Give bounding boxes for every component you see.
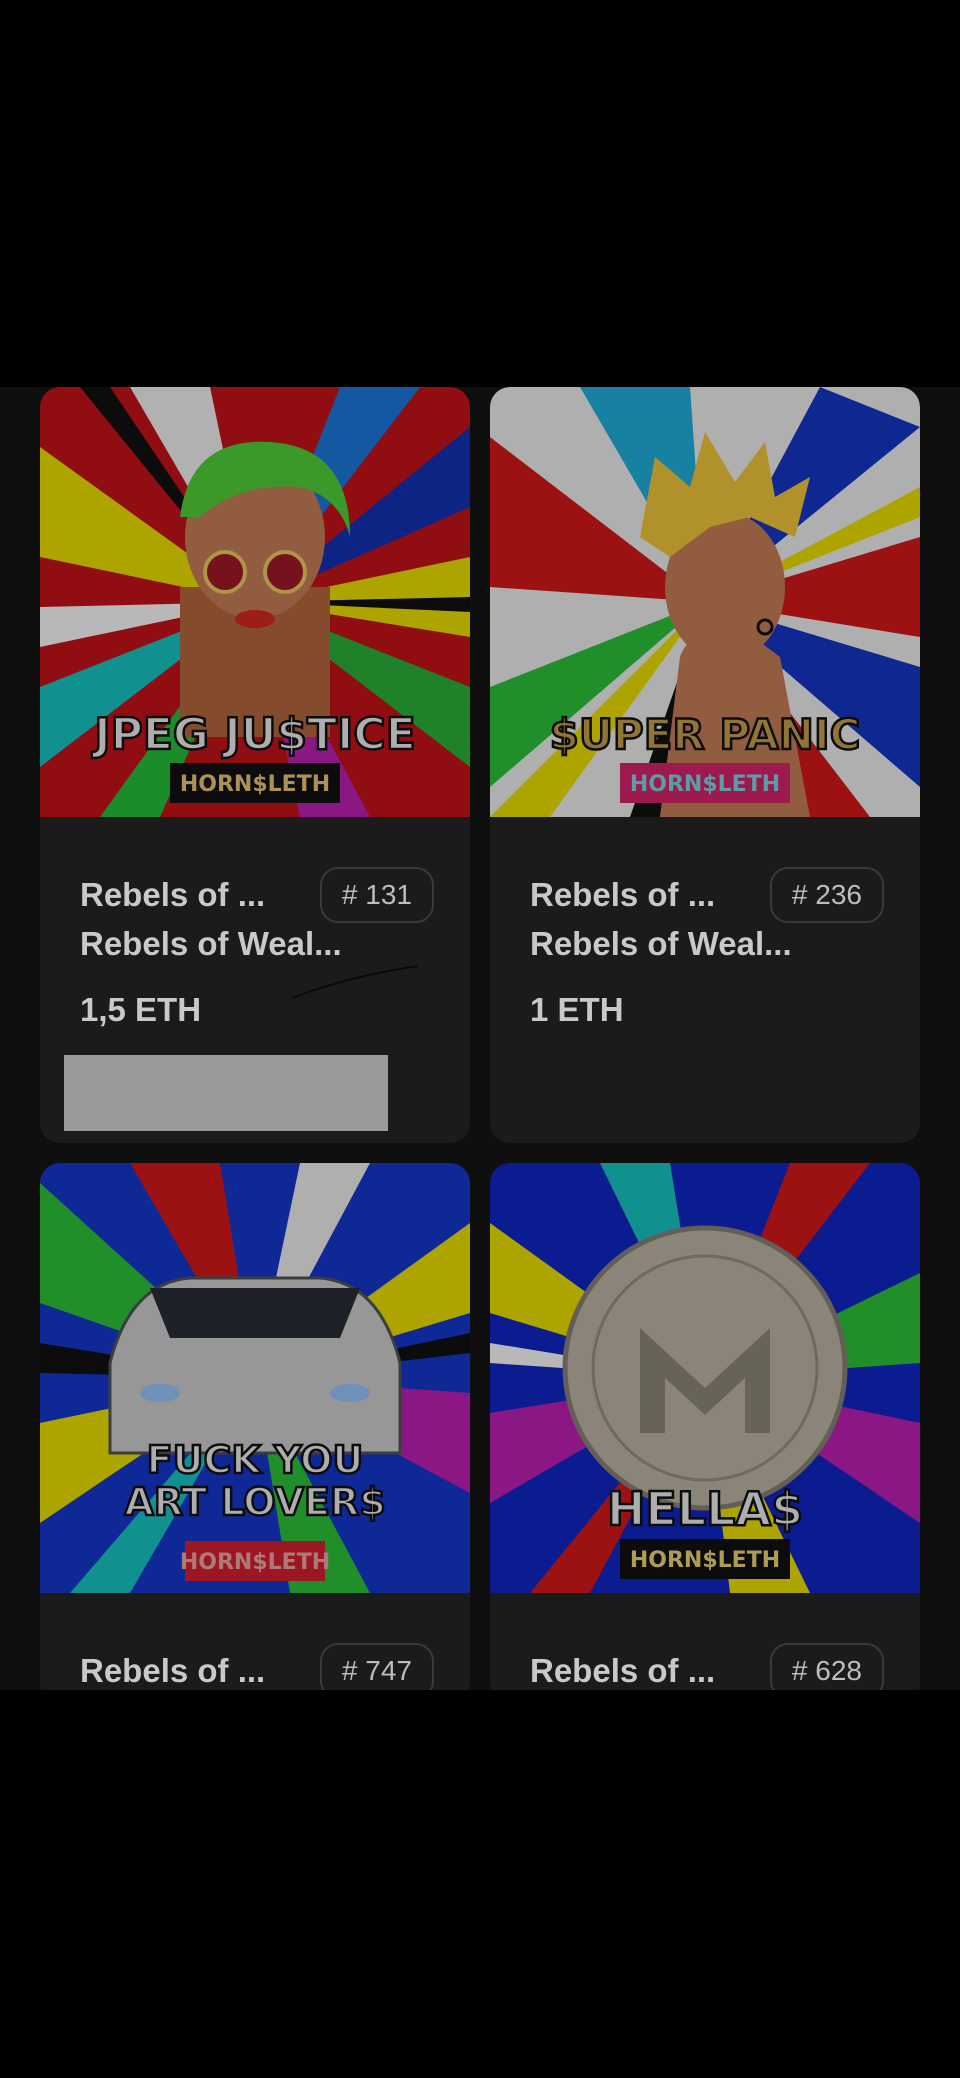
artwork-title-line1: FUCK YOU bbox=[147, 1438, 364, 1482]
nft-artwork[interactable]: JPEG JU$TICE HORN$LETH bbox=[40, 387, 470, 817]
token-id-badge: # 131 bbox=[319, 867, 434, 923]
card-header-row: Rebels of ... # 747 bbox=[80, 1641, 434, 1690]
token-id-badge: # 628 bbox=[769, 1643, 884, 1690]
card-header-row: Rebels of ... # 236 bbox=[530, 865, 884, 925]
nft-card[interactable]: HELLA$ HORN$LETH Rebels of ... # 628 bbox=[490, 1163, 920, 1690]
artwork-title: HELLA$ bbox=[607, 1482, 803, 1536]
nft-grid-viewport: JPEG JU$TICE HORN$LETH Rebels of ... # 1… bbox=[0, 387, 960, 1690]
artwork-signature: HORN$LETH bbox=[180, 1550, 330, 1575]
collection-name: Rebels of ... bbox=[530, 1652, 716, 1689]
artwork-image: JPEG JU$TICE HORN$LETH bbox=[40, 387, 470, 817]
nft-card[interactable]: FUCK YOU ART LOVER$ HORN$LETH Rebels of … bbox=[40, 1163, 470, 1690]
nft-name: Rebels of Weal... bbox=[530, 925, 792, 962]
collection-name: Rebels of ... bbox=[530, 876, 716, 913]
nft-price: 1,5 ETH bbox=[80, 991, 202, 1028]
artwork-image: $UPER PANIC HORN$LETH bbox=[490, 387, 920, 817]
token-id-badge: # 747 bbox=[319, 1643, 434, 1690]
card-header-row: Rebels of ... # 131 bbox=[80, 865, 434, 925]
artwork-signature: HORN$LETH bbox=[180, 772, 330, 797]
collection-name: Rebels of ... bbox=[80, 1652, 266, 1689]
artwork-title-line2: ART LOVER$ bbox=[124, 1480, 385, 1524]
nft-name: Rebels of Weal... bbox=[80, 925, 342, 962]
artwork-image: HELLA$ HORN$LETH bbox=[490, 1163, 920, 1593]
artwork-signature: HORN$LETH bbox=[630, 772, 780, 797]
nft-artwork[interactable]: HELLA$ HORN$LETH bbox=[490, 1163, 920, 1593]
pen-mark bbox=[291, 965, 419, 999]
artwork-title: $UPER PANIC bbox=[550, 710, 861, 759]
artwork-signature: HORN$LETH bbox=[630, 1548, 780, 1573]
artwork-title: JPEG JU$TICE bbox=[91, 709, 416, 760]
card-header-row: Rebels of ... # 628 bbox=[530, 1641, 884, 1690]
nft-price: 1 ETH bbox=[530, 991, 624, 1028]
nft-card[interactable]: JPEG JU$TICE HORN$LETH Rebels of ... # 1… bbox=[40, 387, 470, 1143]
token-id-badge: # 236 bbox=[769, 867, 884, 923]
nft-grid: JPEG JU$TICE HORN$LETH Rebels of ... # 1… bbox=[40, 387, 920, 1690]
nft-artwork[interactable]: FUCK YOU ART LOVER$ HORN$LETH bbox=[40, 1163, 470, 1593]
nft-artwork[interactable]: $UPER PANIC HORN$LETH bbox=[490, 387, 920, 817]
nft-card[interactable]: $UPER PANIC HORN$LETH Rebels of ... # 23… bbox=[490, 387, 920, 1143]
collection-name: Rebels of ... bbox=[80, 876, 266, 913]
redacted-block bbox=[64, 1055, 388, 1131]
artwork-image: FUCK YOU ART LOVER$ HORN$LETH bbox=[40, 1163, 470, 1593]
